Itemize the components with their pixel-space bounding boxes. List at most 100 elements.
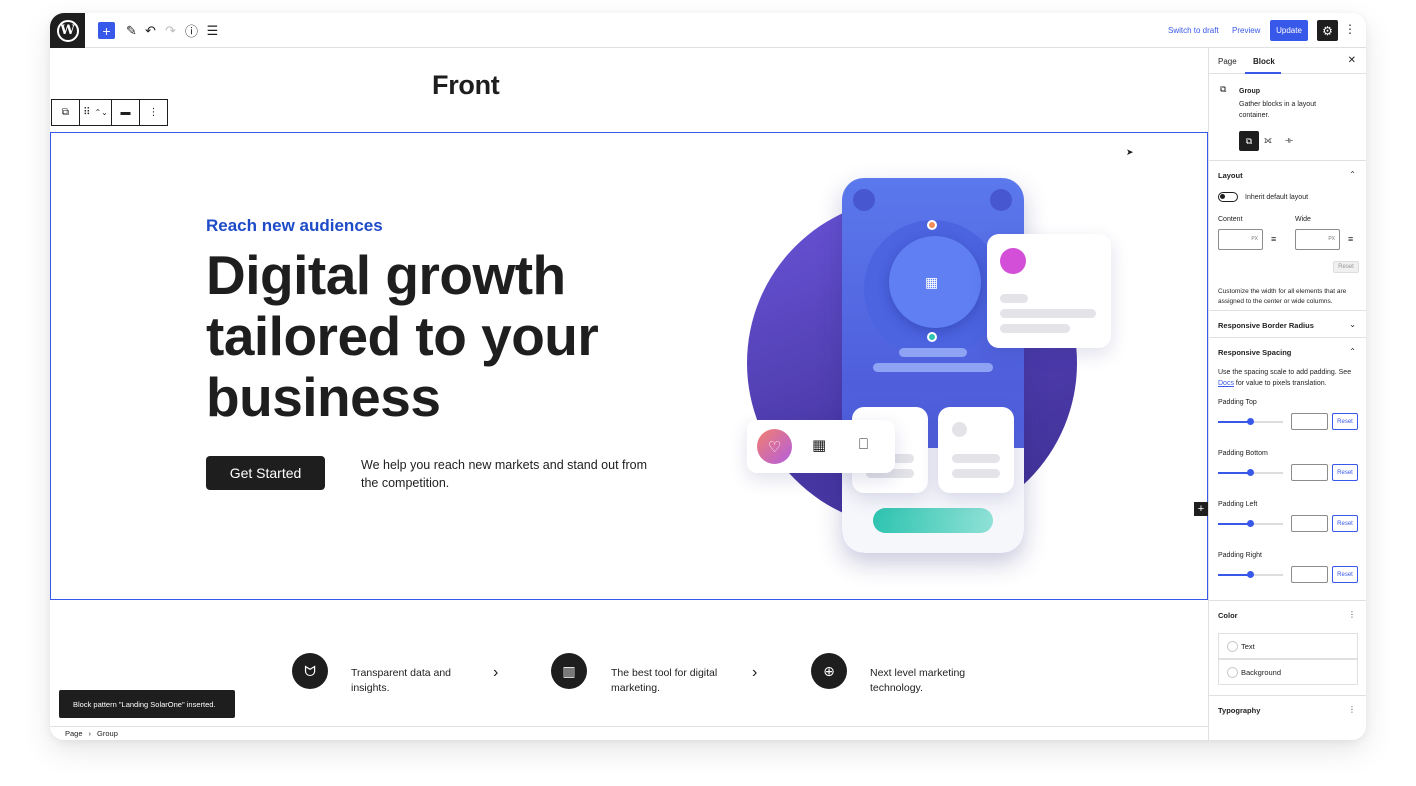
- redo-icon[interactable]: ↷: [162, 22, 179, 39]
- hero-description[interactable]: We help you reach new markets and stand …: [361, 456, 661, 492]
- padding-left-thumb[interactable]: [1247, 520, 1254, 527]
- mini-line-4: [952, 469, 1000, 478]
- move-up-down-icon[interactable]: ⌃⌄: [94, 108, 107, 117]
- more-vertical-icon[interactable]: ⋮: [1348, 705, 1356, 714]
- variation-stack-icon[interactable]: ⟛: [1285, 135, 1293, 146]
- drag-handle-icon[interactable]: ⠿: [83, 107, 90, 118]
- block-options-button[interactable]: ⋮: [140, 100, 167, 125]
- feature-text-3[interactable]: Next level marketing technology.: [870, 666, 990, 696]
- padding-top-input[interactable]: [1291, 413, 1328, 430]
- phone-dot-left: [853, 189, 875, 211]
- layout-title[interactable]: Layout: [1218, 171, 1243, 180]
- block-description: Gather blocks in a layout container.: [1239, 101, 1317, 119]
- padding-right-thumb[interactable]: [1247, 571, 1254, 578]
- chevron-right-icon: ›: [493, 664, 499, 681]
- hero-headline[interactable]: Digital growth tailored to your business: [206, 245, 676, 428]
- padding-bottom-reset[interactable]: Reset: [1332, 464, 1358, 481]
- insert-block-icon[interactable]: +: [1194, 502, 1208, 516]
- snackbar-notice[interactable]: Block pattern "Landing SolarOne" inserte…: [59, 690, 235, 718]
- spacing-title[interactable]: Responsive Spacing: [1218, 348, 1291, 357]
- tab-block[interactable]: Block: [1253, 57, 1275, 66]
- padding-bottom-input[interactable]: [1291, 464, 1328, 481]
- data-feature-icon: ᗢ: [292, 653, 328, 689]
- padding-bottom-label: Padding Bottom: [1218, 450, 1268, 457]
- update-button[interactable]: Update: [1270, 20, 1308, 41]
- preview-button[interactable]: Preview: [1232, 26, 1260, 35]
- wordpress-icon: W: [56, 19, 79, 42]
- align-icon: ▬: [120, 107, 131, 118]
- padding-right-input[interactable]: [1291, 566, 1328, 583]
- chevron-down-icon[interactable]: ⌄: [1349, 320, 1356, 329]
- globe-feature-icon: ⊕: [811, 653, 847, 689]
- padding-left-reset[interactable]: Reset: [1332, 515, 1358, 532]
- edit-tool-icon[interactable]: ✎: [123, 22, 140, 39]
- color-background-item[interactable]: Background: [1218, 659, 1358, 685]
- feature-text-1[interactable]: Transparent data and insights.: [351, 666, 471, 696]
- border-radius-title[interactable]: Responsive Border Radius: [1218, 321, 1314, 330]
- more-vertical-icon: ⋮: [148, 107, 159, 118]
- chevron-up-icon[interactable]: ⌃: [1349, 170, 1356, 179]
- more-options-icon[interactable]: ⋮: [1344, 22, 1356, 36]
- typography-title[interactable]: Typography: [1218, 706, 1260, 715]
- spacing-panel: Responsive Spacing ⌃ Use the spacing sca…: [1209, 338, 1366, 601]
- settings-icon[interactable]: ⚙: [1317, 20, 1338, 41]
- hero-illustration[interactable]: ▦ ♡ ▦ ⎕: [741, 178, 1131, 578]
- calendar-outline-icon: ▦: [812, 437, 827, 454]
- mini-card-right: [938, 407, 1014, 493]
- variation-row-icon[interactable]: ⟗: [1264, 135, 1272, 146]
- block-name: Group: [1239, 88, 1260, 95]
- border-radius-panel: Responsive Border Radius ⌄: [1209, 311, 1366, 338]
- tab-page[interactable]: Page: [1218, 57, 1237, 66]
- layout-panel: Layout ⌃ Inherit default layout Content …: [1209, 161, 1366, 311]
- spacing-help-pre: Use the spacing scale to add padding. Se…: [1218, 369, 1352, 376]
- chevron-up-icon[interactable]: ⌃: [1349, 347, 1356, 356]
- mini-line-3: [952, 454, 1000, 463]
- add-block-icon[interactable]: +: [98, 22, 115, 39]
- more-vertical-icon[interactable]: ⋮: [1348, 610, 1356, 619]
- justify-wide-icon[interactable]: ≡: [1348, 234, 1353, 245]
- padding-left-fill: [1218, 523, 1250, 525]
- feature-text-2[interactable]: The best tool for digital marketing.: [611, 666, 731, 696]
- close-icon[interactable]: ✕: [1348, 55, 1356, 66]
- padding-left-input[interactable]: [1291, 515, 1328, 532]
- list-view-icon[interactable]: ☰: [204, 22, 221, 39]
- inherit-layout-toggle[interactable]: [1218, 192, 1238, 202]
- get-started-button[interactable]: Get Started: [206, 456, 325, 490]
- teal-dot: [927, 332, 937, 342]
- justify-center-icon[interactable]: ≡: [1271, 234, 1276, 245]
- breadcrumb-page[interactable]: Page: [65, 729, 83, 738]
- page-title[interactable]: Front: [432, 70, 500, 101]
- align-button[interactable]: ▬: [112, 100, 140, 125]
- color-title[interactable]: Color: [1218, 611, 1238, 620]
- wordpress-logo[interactable]: W: [50, 13, 85, 48]
- layout-help-text: Customize the width for all elements tha…: [1218, 288, 1347, 305]
- phone-bar-2: [873, 363, 993, 372]
- switch-to-draft-button[interactable]: Switch to draft: [1168, 26, 1219, 35]
- editor-window: W + ✎ ↶ ↷ ⓘ ☰ Switch to draft Preview Up…: [50, 13, 1366, 740]
- docs-link[interactable]: Docs: [1218, 380, 1234, 387]
- padding-bottom-thumb[interactable]: [1247, 469, 1254, 476]
- chevron-right-icon: ›: [752, 664, 758, 681]
- variation-group-icon[interactable]: ⧉: [1239, 131, 1259, 151]
- bookmark-icon: ⎕: [859, 436, 869, 453]
- padding-bottom-fill: [1218, 472, 1250, 474]
- padding-top-thumb[interactable]: [1247, 418, 1254, 425]
- layout-reset-button[interactable]: Reset: [1333, 261, 1359, 273]
- block-toolbar: ⧉ ⠿ ⌃⌄ ▬ ⋮: [51, 99, 168, 126]
- padding-right-reset[interactable]: Reset: [1332, 566, 1358, 583]
- block-type-group: ⧉: [52, 100, 80, 125]
- spacing-help-post: for value to pixels translation.: [1233, 380, 1327, 387]
- padding-top-reset[interactable]: Reset: [1332, 413, 1358, 430]
- breadcrumb-group[interactable]: Group: [97, 729, 118, 738]
- undo-icon[interactable]: ↶: [142, 22, 159, 39]
- hero-kicker[interactable]: Reach new audiences: [206, 216, 383, 236]
- calendar-icon: ▦: [925, 274, 939, 290]
- group-block[interactable]: Reach new audiences Digital growth tailo…: [50, 132, 1208, 600]
- info-icon[interactable]: ⓘ: [183, 22, 200, 39]
- wide-width-input[interactable]: PX: [1295, 229, 1340, 250]
- content-width-input[interactable]: PX: [1218, 229, 1263, 250]
- color-text-item[interactable]: Text: [1218, 633, 1358, 659]
- block-breadcrumb: Page › Group: [50, 726, 1208, 740]
- phone-dot-right: [990, 189, 1012, 211]
- group-icon[interactable]: ⧉: [62, 107, 69, 118]
